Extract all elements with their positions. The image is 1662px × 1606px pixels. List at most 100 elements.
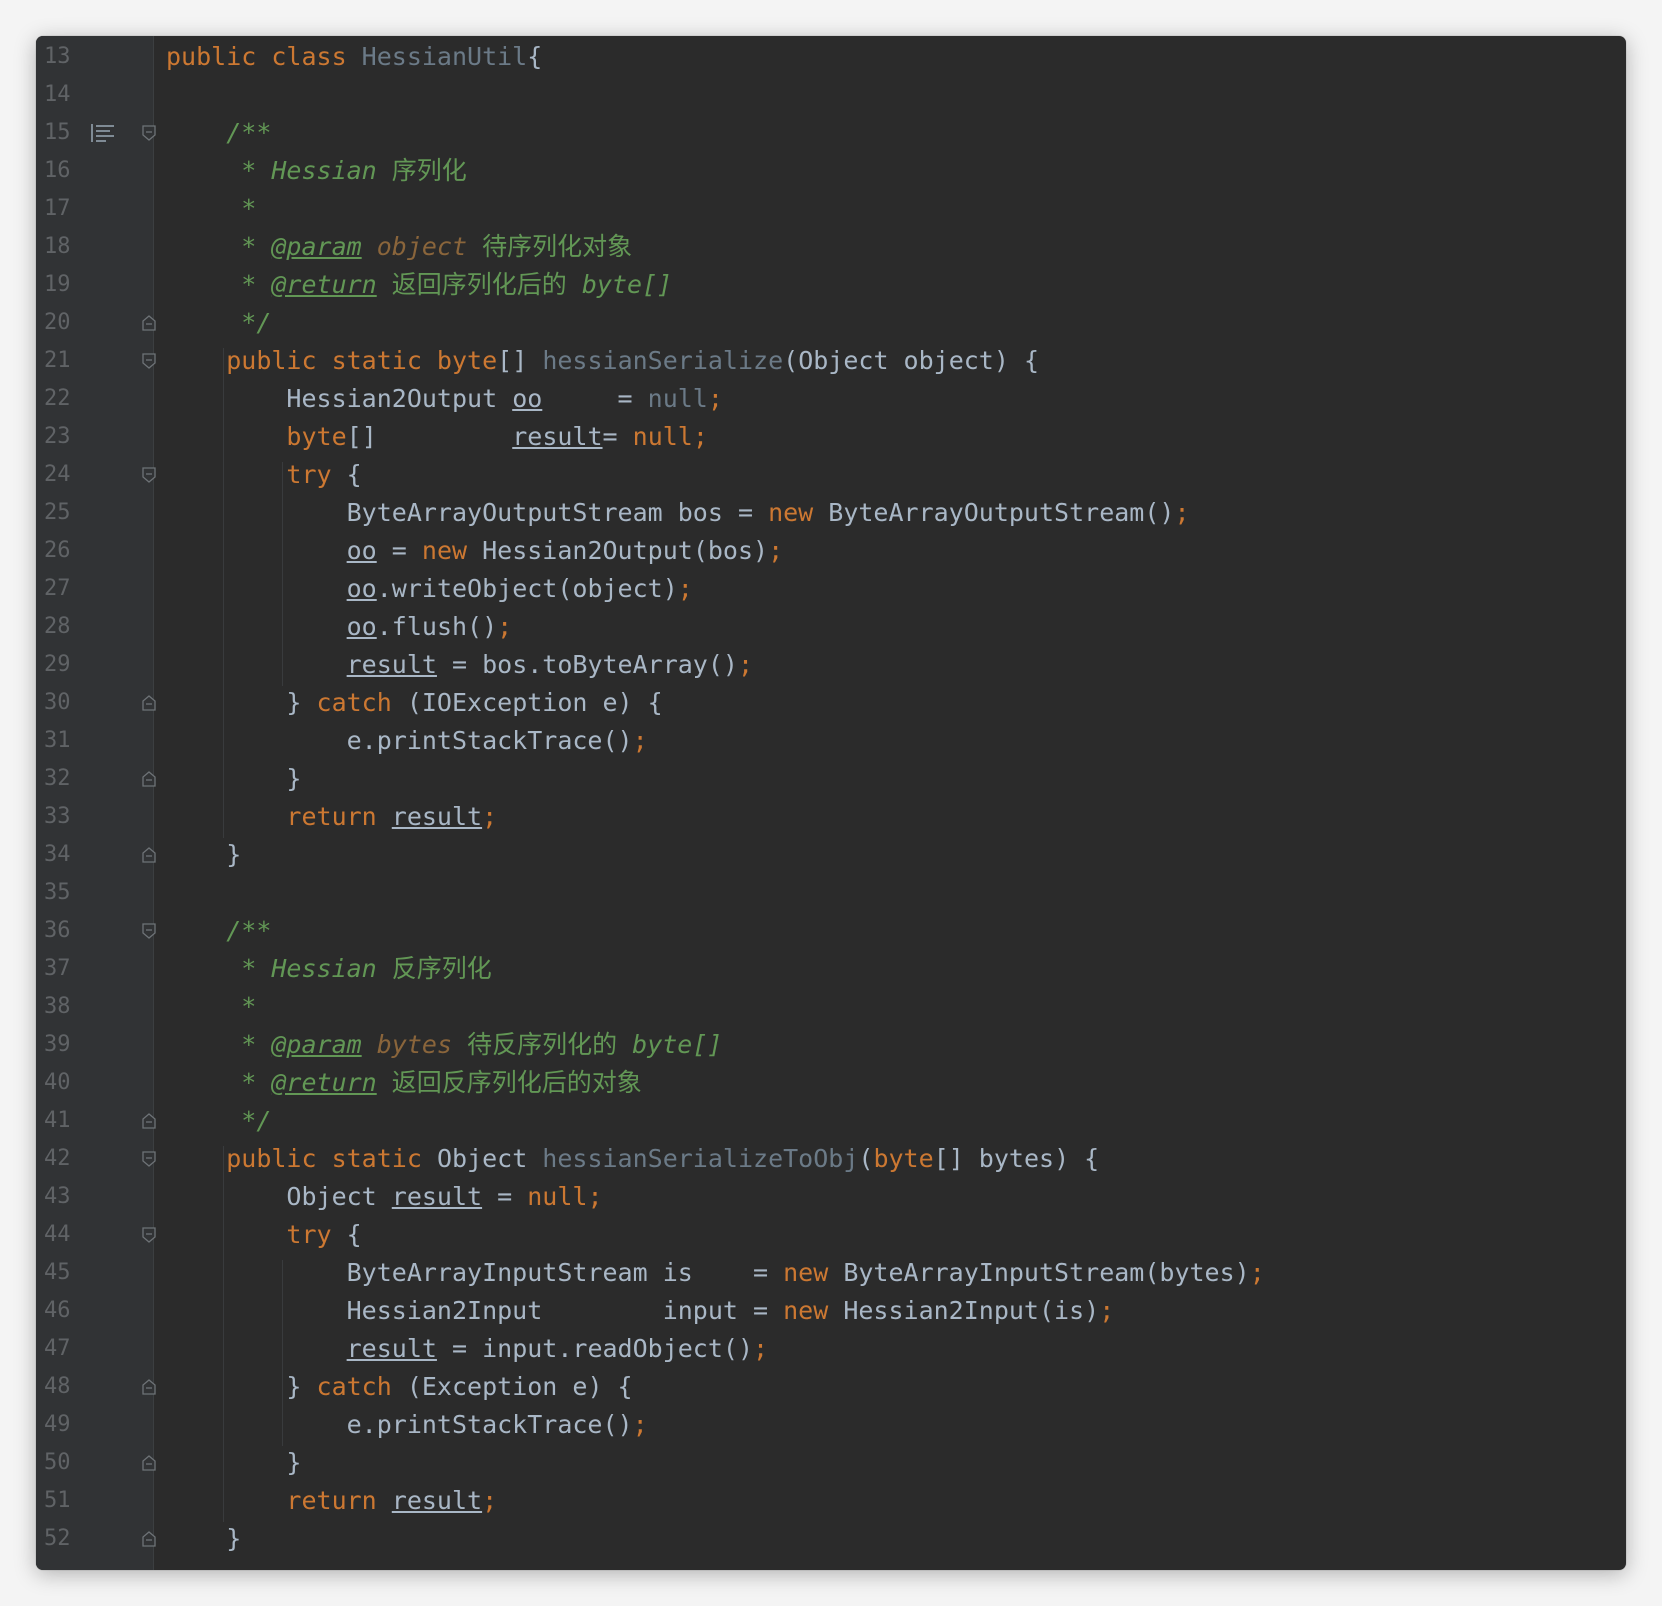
line-number[interactable]: 28 [44,608,104,646]
line-number[interactable]: 16 [44,152,104,190]
code-line[interactable]: 41 */ [36,1102,1626,1140]
fold-open-icon[interactable] [142,125,156,141]
code-text[interactable]: ByteArrayInputStream is = new ByteArrayI… [166,1254,1626,1292]
line-number[interactable]: 22 [44,380,104,418]
line-number[interactable]: 27 [44,570,104,608]
line-number[interactable]: 42 [44,1140,104,1178]
fold-open-icon[interactable] [142,353,156,369]
code-line[interactable]: 31 e.printStackTrace(); [36,722,1626,760]
code-line[interactable]: 45 ByteArrayInputStream is = new ByteArr… [36,1254,1626,1292]
code-line[interactable]: 27 oo.writeObject(object); [36,570,1626,608]
code-line[interactable]: 20 */ [36,304,1626,342]
code-line[interactable]: 52 } [36,1520,1626,1558]
code-text[interactable]: /** [166,912,1626,950]
fold-close-icon[interactable] [142,315,156,331]
code-text[interactable]: try { [166,456,1626,494]
code-line[interactable]: 16 * Hessian 序列化 [36,152,1626,190]
code-line[interactable]: 50 } [36,1444,1626,1482]
code-text[interactable]: * [166,988,1626,1026]
code-line[interactable]: 24 try { [36,456,1626,494]
code-text[interactable]: * @param object 待序列化对象 [166,228,1626,266]
code-text[interactable]: oo.writeObject(object); [166,570,1626,608]
fold-open-icon[interactable] [142,923,156,939]
code-line[interactable]: 22 Hessian2Output oo = null; [36,380,1626,418]
code-line[interactable]: 25 ByteArrayOutputStream bos = new ByteA… [36,494,1626,532]
line-number[interactable]: 46 [44,1292,104,1330]
code-line[interactable]: 43 Object result = null; [36,1178,1626,1216]
fold-close-icon[interactable] [142,1113,156,1129]
line-number[interactable]: 17 [44,190,104,228]
code-text[interactable]: } [166,836,1626,874]
code-line[interactable]: 39 * @param bytes 待反序列化的 byte[] [36,1026,1626,1064]
code-text[interactable]: * Hessian 序列化 [166,152,1626,190]
code-line[interactable]: 18 * @param object 待序列化对象 [36,228,1626,266]
line-number[interactable]: 44 [44,1216,104,1254]
code-text[interactable]: * @return 返回反序列化后的对象 [166,1064,1626,1102]
code-text[interactable]: Object result = null; [166,1178,1626,1216]
code-text[interactable]: } catch (Exception e) { [166,1368,1626,1406]
line-number[interactable]: 50 [44,1444,104,1482]
code-text[interactable]: return result; [166,1482,1626,1520]
line-number[interactable]: 38 [44,988,104,1026]
code-line[interactable]: 15 /** [36,114,1626,152]
line-number[interactable]: 13 [44,38,104,76]
code-text[interactable]: public static byte[] hessianSerialize(Ob… [166,342,1626,380]
code-line[interactable]: 38 * [36,988,1626,1026]
code-line[interactable]: 49 e.printStackTrace(); [36,1406,1626,1444]
line-number[interactable]: 37 [44,950,104,988]
code-line[interactable]: 51 return result; [36,1482,1626,1520]
code-text[interactable]: e.printStackTrace(); [166,1406,1626,1444]
code-text[interactable]: } [166,1520,1626,1558]
fold-close-icon[interactable] [142,1455,156,1471]
fold-close-icon[interactable] [142,771,156,787]
code-line[interactable]: 44 try { [36,1216,1626,1254]
code-text[interactable]: oo.flush(); [166,608,1626,646]
code-text[interactable]: result = input.readObject(); [166,1330,1626,1368]
fold-close-icon[interactable] [142,1531,156,1547]
line-number[interactable]: 51 [44,1482,104,1520]
line-number[interactable]: 20 [44,304,104,342]
line-number[interactable]: 24 [44,456,104,494]
line-number[interactable]: 52 [44,1520,104,1558]
code-line[interactable]: 40 * @return 返回反序列化后的对象 [36,1064,1626,1102]
line-number[interactable]: 39 [44,1026,104,1064]
fold-open-icon[interactable] [142,1151,156,1167]
line-number[interactable]: 34 [44,836,104,874]
code-line[interactable]: 19 * @return 返回序列化后的 byte[] [36,266,1626,304]
line-number[interactable]: 33 [44,798,104,836]
rendered-doc-icon[interactable] [90,124,116,142]
code-text[interactable]: } catch (IOException e) { [166,684,1626,722]
code-line[interactable]: 42 public static Object hessianSerialize… [36,1140,1626,1178]
line-number[interactable]: 41 [44,1102,104,1140]
line-number[interactable]: 43 [44,1178,104,1216]
fold-open-icon[interactable] [142,467,156,483]
code-line[interactable]: 36 /** [36,912,1626,950]
code-text[interactable]: try { [166,1216,1626,1254]
line-number[interactable]: 40 [44,1064,104,1102]
code-text[interactable]: * [166,190,1626,228]
line-number[interactable]: 49 [44,1406,104,1444]
code-text[interactable]: * @return 返回序列化后的 byte[] [166,266,1626,304]
code-text[interactable]: /** [166,114,1626,152]
line-number[interactable]: 45 [44,1254,104,1292]
line-number[interactable]: 36 [44,912,104,950]
fold-close-icon[interactable] [142,695,156,711]
code-line[interactable]: 34 } [36,836,1626,874]
code-text[interactable]: result = bos.toByteArray(); [166,646,1626,684]
code-line[interactable]: 35 [36,874,1626,912]
code-text[interactable]: * Hessian 反序列化 [166,950,1626,988]
code-text[interactable]: } [166,1444,1626,1482]
line-number[interactable]: 47 [44,1330,104,1368]
code-text[interactable]: Hessian2Output oo = null; [166,380,1626,418]
line-number[interactable]: 31 [44,722,104,760]
fold-close-icon[interactable] [142,1379,156,1395]
code-text[interactable]: public class HessianUtil{ [166,38,1626,76]
code-text[interactable]: return result; [166,798,1626,836]
code-text[interactable]: e.printStackTrace(); [166,722,1626,760]
code-line[interactable]: 32 } [36,760,1626,798]
line-number[interactable]: 35 [44,874,104,912]
line-number[interactable]: 29 [44,646,104,684]
line-number[interactable]: 26 [44,532,104,570]
code-line[interactable]: 13 public class HessianUtil{ [36,38,1626,76]
code-line[interactable]: 30 } catch (IOException e) { [36,684,1626,722]
